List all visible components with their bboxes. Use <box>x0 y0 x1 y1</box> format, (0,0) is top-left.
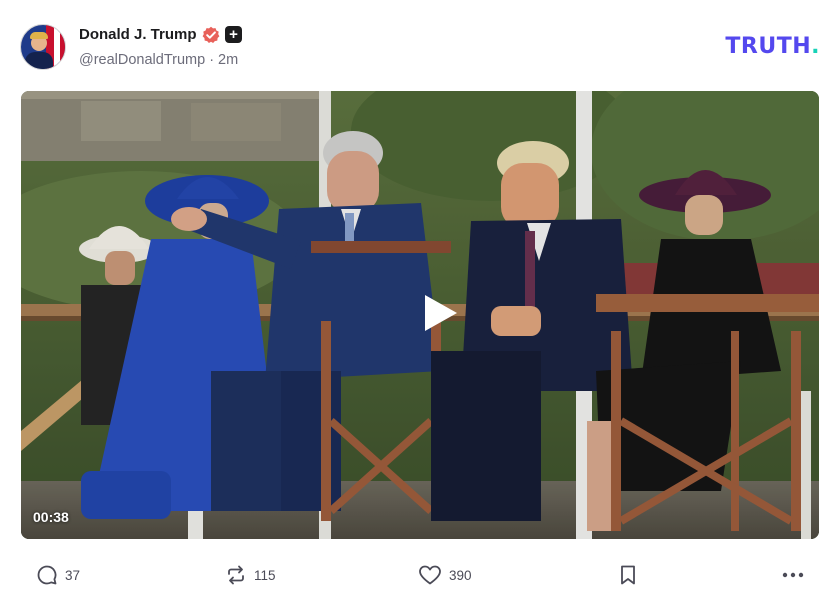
reply-count: 37 <box>65 567 81 583</box>
retruth-button[interactable]: 115 <box>225 560 276 590</box>
more-icon <box>782 572 804 578</box>
play-button[interactable] <box>400 272 482 354</box>
plus-badge-icon: + <box>225 26 242 43</box>
verified-badge-icon <box>202 26 220 44</box>
truth-social-logo[interactable]: TRUTH. <box>725 34 820 59</box>
reply-button[interactable]: 37 <box>36 560 80 590</box>
video-player[interactable]: 00:38 <box>21 91 819 539</box>
more-button[interactable] <box>781 560 805 590</box>
author-display-name[interactable]: Donald J. Trump <box>79 26 197 43</box>
video-duration: 00:38 <box>33 509 69 525</box>
reply-icon <box>37 565 57 585</box>
like-count: 390 <box>449 567 472 583</box>
post-time[interactable]: 2m <box>218 52 238 68</box>
logo-dot: . <box>811 34 820 59</box>
like-button[interactable]: 390 <box>418 560 472 590</box>
post-header: Donald J. Trump + @realDonaldTrump · 2m TR… <box>20 24 820 74</box>
bookmark-icon <box>621 565 635 585</box>
retruth-icon <box>228 565 244 585</box>
author-handle[interactable]: @realDonaldTrump <box>79 52 205 68</box>
avatar[interactable] <box>20 24 66 70</box>
logo-text: TRUTH <box>725 34 812 59</box>
author-meta: @realDonaldTrump · 2m <box>79 52 238 68</box>
meta-separator: · <box>209 52 215 68</box>
play-icon <box>425 295 457 331</box>
post-actions: 37 115 390 <box>20 560 820 590</box>
heart-icon <box>419 565 441 585</box>
bookmark-button[interactable] <box>618 560 638 590</box>
retruth-count: 115 <box>254 567 276 583</box>
